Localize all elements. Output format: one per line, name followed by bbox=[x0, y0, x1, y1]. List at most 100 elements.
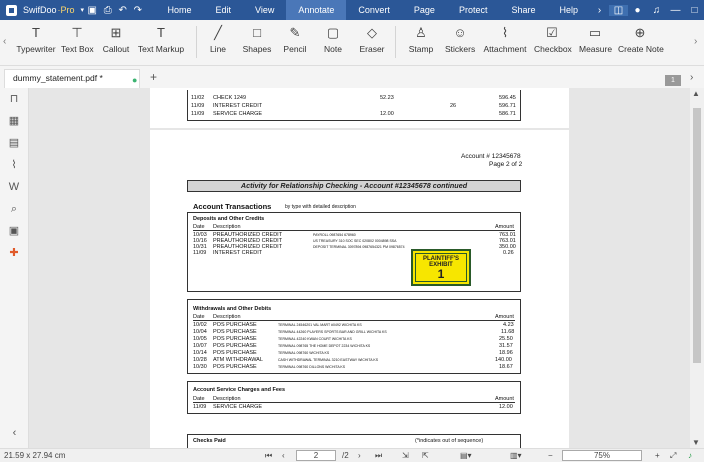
text-markup-tool[interactable]: T Text Markup bbox=[137, 24, 185, 54]
image-icon[interactable]: ▣ bbox=[0, 220, 28, 242]
cell: 596.45 bbox=[499, 95, 516, 101]
view-mode-icon[interactable]: ▤▾ bbox=[460, 451, 472, 460]
search-icon[interactable]: ⌕ bbox=[0, 198, 28, 220]
scroll-down-icon[interactable]: ▼ bbox=[692, 438, 700, 447]
zoom-in-icon[interactable]: + bbox=[655, 451, 660, 460]
word-icon[interactable]: W bbox=[0, 176, 28, 198]
create-note-tool[interactable]: ⊕ Create Note bbox=[618, 24, 664, 54]
gift-icon[interactable]: ✚ bbox=[0, 242, 28, 264]
vertical-scrollbar[interactable]: ▲ ▼ bbox=[690, 88, 704, 448]
maximize-icon[interactable]: □ bbox=[685, 5, 704, 16]
pencil-tool[interactable]: ✎ Pencil bbox=[282, 24, 308, 54]
cell: 11/09 bbox=[191, 111, 205, 117]
fit-width-icon[interactable]: ⇱ bbox=[422, 451, 429, 460]
stamp-inner: PLAINTIFF'S EXHIBIT 1 bbox=[415, 253, 467, 282]
cell: 586.71 bbox=[499, 111, 516, 117]
scroll-thumb[interactable] bbox=[693, 108, 701, 363]
menu-edit[interactable]: Edit bbox=[203, 0, 243, 20]
attachments-icon[interactable]: ⌇ bbox=[0, 154, 28, 176]
prev-table: 11/02 CHECK 1249 52.23 596.45 11/09 INTE… bbox=[187, 90, 521, 121]
cell: 10/04 bbox=[193, 329, 207, 335]
app-logo[interactable]: SwifDoo ·Pro ▾ bbox=[6, 4, 84, 16]
fit-icon[interactable]: ⤢ bbox=[670, 451, 676, 461]
checkbox-tool[interactable]: ☑ Checkbox bbox=[534, 24, 572, 54]
text-box-tool[interactable]: ⊤ Text Box bbox=[61, 24, 94, 54]
page-of: Page 2 of 2 bbox=[489, 161, 523, 168]
transactions-subtitle: by type with detailed description bbox=[285, 204, 356, 210]
print-icon[interactable]: ⎙ bbox=[104, 5, 112, 16]
shapes-tool[interactable]: □ Shapes bbox=[242, 24, 272, 54]
prev-page-icon[interactable]: ‹ bbox=[282, 451, 285, 460]
cell: TERMINAL 098760 DILLONS WICHITA KS bbox=[278, 365, 346, 369]
cell: 10/14 bbox=[193, 350, 207, 356]
help-chevron-icon[interactable]: › bbox=[590, 5, 609, 16]
document-canvas[interactable]: 11/02 CHECK 1249 52.23 596.45 11/09 INTE… bbox=[29, 88, 690, 448]
menu-share[interactable]: Share bbox=[499, 0, 547, 20]
pdf-page-1: 11/02 CHECK 1249 52.23 596.45 11/09 INTE… bbox=[150, 88, 569, 128]
document-tab[interactable]: dummy_statement.pdf * ● bbox=[4, 69, 140, 88]
callout-tool[interactable]: ⊞ Callout bbox=[101, 24, 131, 54]
document-tab-title: dummy_statement.pdf * bbox=[13, 73, 103, 83]
note-tool[interactable]: ▢ Note bbox=[320, 24, 346, 54]
cell: 4.23 bbox=[503, 322, 514, 328]
measure-tool[interactable]: ▭ Measure bbox=[579, 24, 612, 54]
tab-list-arrow-icon[interactable]: › bbox=[690, 72, 693, 83]
undo-icon[interactable]: ↶ bbox=[118, 5, 126, 16]
stickers-tool[interactable]: ☺ Stickers bbox=[445, 24, 475, 54]
typewriter-icon: T bbox=[32, 25, 40, 40]
ribbon-left-arrow-icon[interactable]: ‹ bbox=[3, 36, 6, 47]
menu-protect[interactable]: Protect bbox=[447, 0, 500, 20]
menu-page[interactable]: Page bbox=[402, 0, 447, 20]
first-page-icon[interactable]: ⏮ bbox=[265, 451, 272, 461]
quick-access: ▣ ⎙ ↶ ↷ bbox=[84, 5, 145, 16]
zoom-input[interactable]: 75% bbox=[562, 450, 642, 461]
cell: TERMINAL 44260 PLAYERS SPORTS BAR AND GR… bbox=[278, 330, 387, 334]
checks-note: (*indicates out of sequence) bbox=[415, 438, 484, 444]
page-number-input[interactable]: 2 bbox=[296, 450, 336, 461]
layout-mode-icon[interactable]: ▥▾ bbox=[510, 451, 522, 460]
cell: 10/30 bbox=[193, 364, 207, 370]
line-tool[interactable]: ╱ Line bbox=[205, 24, 231, 54]
zoom-out-icon[interactable]: − bbox=[548, 451, 553, 460]
menu-convert[interactable]: Convert bbox=[346, 0, 402, 20]
fit-page-icon[interactable]: ⇲ bbox=[402, 451, 409, 460]
checks-title: Checks Paid bbox=[193, 438, 226, 444]
scroll-up-icon[interactable]: ▲ bbox=[692, 89, 700, 98]
ribbon-right-arrow-icon[interactable]: › bbox=[694, 36, 697, 47]
cell: INTEREST CREDIT bbox=[213, 103, 263, 109]
bookmark-icon[interactable]: ⊓ bbox=[0, 88, 28, 110]
collapse-sidebar-icon[interactable]: ‹ bbox=[0, 422, 29, 444]
thumbnails-icon[interactable]: ▦ bbox=[0, 110, 28, 132]
header-rule bbox=[193, 402, 515, 403]
notification-bell-icon[interactable]: ♪ bbox=[688, 451, 692, 460]
next-page-icon[interactable]: › bbox=[358, 451, 361, 460]
minimize-icon[interactable]: — bbox=[666, 5, 685, 16]
cell: 11/09 bbox=[193, 404, 207, 410]
activity-title: Activity for Relationship Checking - Acc… bbox=[187, 180, 521, 192]
pencil-icon: ✎ bbox=[289, 25, 301, 40]
save-icon[interactable]: ▣ bbox=[87, 5, 96, 16]
page-badge: 1 bbox=[665, 75, 681, 86]
eraser-tool[interactable]: ◇ Eraser bbox=[358, 24, 386, 54]
cell: 11/09 bbox=[191, 103, 205, 109]
menu-home[interactable]: Home bbox=[155, 0, 203, 20]
typewriter-tool[interactable]: T Typewriter bbox=[16, 24, 56, 54]
cart-icon[interactable]: ◫ bbox=[609, 4, 628, 16]
menu-help[interactable]: Help bbox=[547, 0, 590, 20]
cell: 11.68 bbox=[501, 329, 515, 335]
stamp-tool[interactable]: ♙ Stamp bbox=[406, 24, 436, 54]
cell: 140.00 bbox=[495, 357, 512, 363]
comments-icon[interactable]: ▤ bbox=[0, 132, 28, 154]
bell-icon[interactable]: ♫ bbox=[647, 5, 666, 16]
last-page-icon[interactable]: ⏭ bbox=[375, 451, 382, 461]
new-tab-plus-icon[interactable]: + bbox=[150, 70, 157, 84]
text-markup-icon: T bbox=[157, 25, 165, 40]
menu-view[interactable]: View bbox=[243, 0, 286, 20]
redo-icon[interactable]: ↷ bbox=[134, 5, 142, 16]
attachment-tool[interactable]: ⌇ Attachment bbox=[483, 24, 527, 54]
plaintiff-exhibit-stamp[interactable]: PLAINTIFF'S EXHIBIT 1 bbox=[411, 249, 471, 286]
annotate-ribbon: ‹ T Typewriter ⊤ Text Box ⊞ Callout T Text M… bbox=[0, 20, 704, 66]
shapes-icon: □ bbox=[253, 25, 261, 40]
menu-annotate[interactable]: Annotate bbox=[286, 0, 347, 20]
user-icon[interactable]: ● bbox=[628, 5, 647, 16]
